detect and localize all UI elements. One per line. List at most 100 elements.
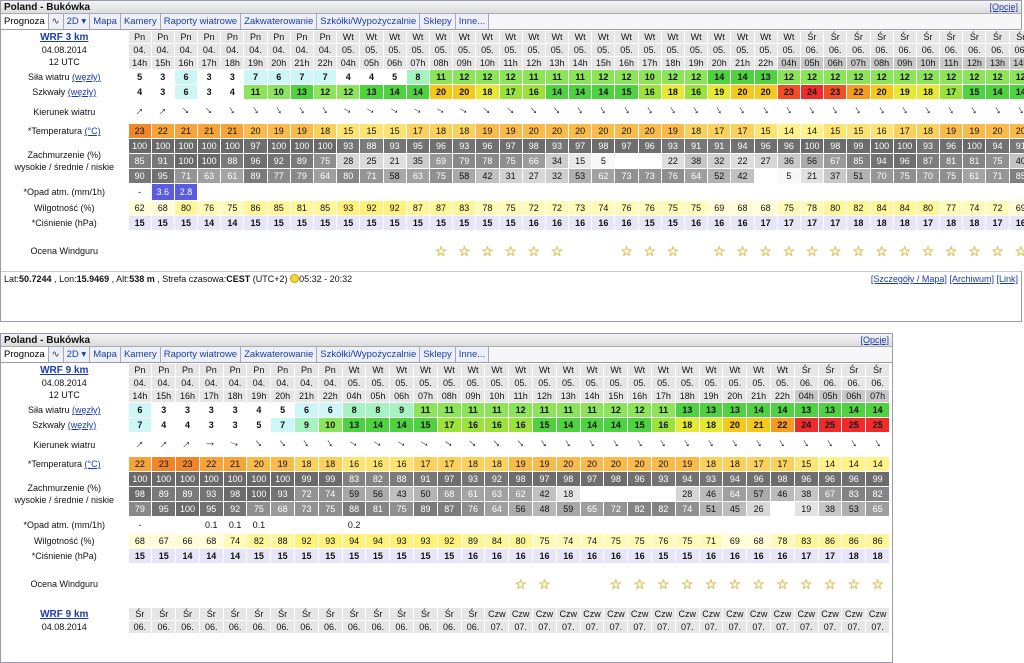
date-cell: 04. (127, 43, 152, 57)
tab-5[interactable]: Raporty wiatrowe (160, 14, 242, 29)
cloud-cell: 75 (312, 153, 338, 169)
arrow-icon: ↑ (526, 103, 541, 119)
date-cell: 06. (413, 620, 438, 634)
model-link[interactable]: WRF 3 km (1, 32, 128, 44)
cloud-cell: 81 (939, 153, 964, 169)
gusts-cell: 4 (175, 417, 200, 433)
date-cell: 07. (746, 620, 772, 634)
day-cell: Śr (823, 30, 848, 44)
rating-cell (317, 563, 343, 604)
hour-cell: 15h (150, 56, 175, 70)
cloud-cell: 75 (389, 501, 415, 517)
wind-speed-cell: 7 (289, 69, 315, 85)
cloud-cell: 82 (627, 501, 653, 517)
cloud-cell: 75 (246, 501, 272, 517)
temperature-cell: 16 (389, 456, 415, 472)
tab-1[interactable]: ∿ (48, 14, 64, 29)
star-icon: ☆ (871, 575, 884, 592)
rating-cell: ☆ (428, 230, 454, 271)
wind-direction-cell: ↑ (413, 432, 438, 457)
star-icon: ☆ (538, 575, 551, 592)
humidity-cell: 62 (127, 200, 152, 216)
hour-cell: 17h (198, 389, 224, 403)
cloud-cell: 93 (698, 471, 724, 487)
date-cell: 05. (341, 376, 367, 390)
rain-cell (336, 183, 361, 201)
cloud-cell: 97 (436, 471, 462, 487)
unit-link[interactable]: (węzły) (72, 405, 101, 415)
tab-7[interactable]: Szkółki/Wypożyczalnie (317, 14, 421, 29)
temperature-cell: 14 (817, 456, 843, 472)
rain-cell (793, 516, 819, 534)
rain-cell (865, 516, 890, 534)
humidity-cell: 85 (312, 200, 338, 216)
day-cell: Śr (892, 30, 917, 44)
date-cell: 04. (173, 43, 199, 57)
tab-8[interactable]: Sklepy (420, 14, 456, 29)
tab-5[interactable]: Raporty wiatrowe (160, 347, 242, 362)
tab-7[interactable]: Szkółki/Wypożyczalnie (317, 347, 421, 362)
tab-8[interactable]: Sklepy (420, 347, 456, 362)
model-link[interactable]: WRF 9 km (1, 365, 128, 377)
options-link[interactable]: [Opcje] (989, 1, 1018, 14)
cloud-cell: 53 (568, 168, 593, 184)
temperature-cell: 18 (460, 456, 486, 472)
rating-cell: ☆ (793, 563, 819, 604)
humidity-cell: 78 (799, 200, 825, 216)
day-cell: Śr (294, 607, 319, 621)
options-link[interactable]: [Opcje] (860, 334, 889, 347)
unit-link[interactable]: (°C) (84, 126, 100, 136)
wind-direction-cell: ↑ (243, 99, 268, 124)
tab-9[interactable]: Inne... (455, 14, 490, 29)
cloud-cell: 94 (985, 138, 1010, 154)
unit-link[interactable]: (węzły) (72, 72, 101, 82)
tab-6[interactable]: Zakwaterowanie (241, 347, 318, 362)
tab-2[interactable]: 2D ▾ (63, 347, 91, 362)
tab-9[interactable]: Inne... (455, 347, 490, 362)
wind-direction-cell: ↑ (294, 432, 319, 457)
day-cell: Śr (939, 30, 964, 44)
gusts-cell: 16 (637, 84, 662, 100)
cloud-cell: 100 (150, 138, 175, 154)
temperature-cell: 20 (603, 456, 629, 472)
tab-2[interactable]: 2D ▾ (63, 14, 91, 29)
date-cell: 05. (730, 43, 755, 57)
tab-6[interactable]: Zakwaterowanie (241, 14, 318, 29)
hour-cell: 21h (730, 56, 755, 70)
wind-speed-cell: 7 (312, 69, 338, 85)
unit-link[interactable]: (węzły) (68, 87, 97, 97)
day-cell: Śr (365, 607, 391, 621)
rating-cell (151, 563, 177, 604)
tab-0[interactable]: Prognoza (1, 14, 49, 29)
cloud-cell: 98 (521, 138, 546, 154)
footer-link-2[interactable]: [Link] (996, 274, 1018, 284)
tab-1[interactable]: ∿ (48, 347, 64, 362)
day-cell: Wt (627, 363, 653, 377)
cloud-cell: 81 (365, 501, 391, 517)
wind-direction-cell: ↑ (1008, 99, 1024, 124)
wind-speed-cell: 5 (270, 402, 296, 418)
date-cell: 06. (317, 620, 343, 634)
hour-cell: 04h (793, 389, 819, 403)
date-cell: 05. (555, 376, 581, 390)
footer-link-1[interactable]: [Archiwum] (949, 274, 994, 284)
tab-3[interactable]: Mapa (90, 347, 121, 362)
cloud-cell: 67 (817, 486, 843, 502)
arrow-icon: ↑ (945, 103, 958, 119)
footer-link-0[interactable]: [Szczegóły / Mapa] (871, 274, 947, 284)
tab-3[interactable]: Mapa (90, 14, 121, 29)
humidity-cell: 94 (341, 533, 367, 549)
unit-link[interactable]: (węzły) (68, 420, 97, 430)
date-cell: 05. (683, 43, 709, 57)
cloud-cell: 58 (382, 168, 407, 184)
tab-4[interactable]: Kamery (120, 347, 161, 362)
day-cell: Śr (175, 607, 200, 621)
unit-link[interactable]: (°C) (84, 459, 100, 469)
temperature-cell: 17 (405, 123, 430, 139)
tab-0[interactable]: Prognoza (1, 347, 49, 362)
pressure-cell: 15 (243, 215, 268, 231)
wind-speed-cell: 13 (674, 402, 700, 418)
model-link[interactable]: WRF 9 km (1, 609, 128, 621)
tab-4[interactable]: Kamery (120, 14, 161, 29)
hour-cell: 16h (627, 389, 653, 403)
